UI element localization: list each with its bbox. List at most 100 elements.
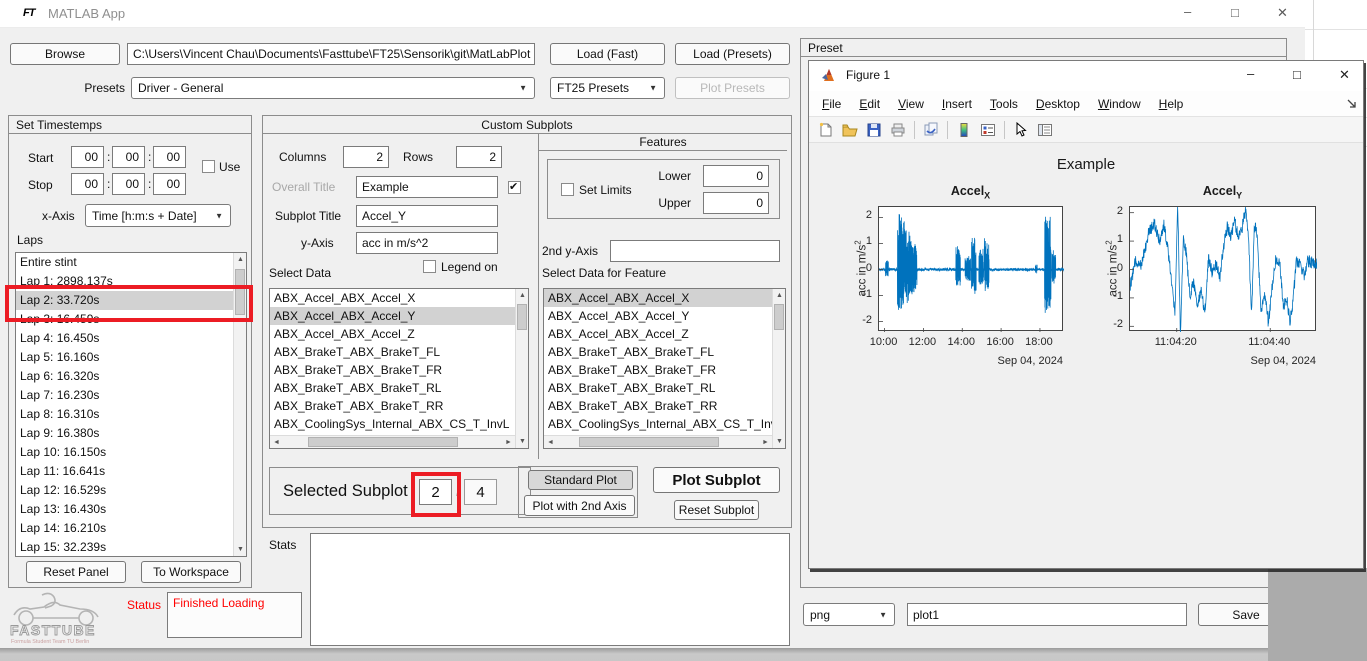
figure-close-button[interactable]: ✕	[1339, 67, 1350, 83]
scroll-right-icon[interactable]: ►	[502, 436, 515, 449]
list-item[interactable]: ABX_BrakeT_ABX_BrakeT_RR	[544, 397, 785, 415]
figure-titlebar[interactable]: Figure 1 – □ ✕	[809, 61, 1363, 91]
feature-data-listbox[interactable]: ABX_Accel_ABX_Accel_XABX_Accel_ABX_Accel…	[543, 288, 786, 449]
set-limits-checkbox[interactable]	[561, 183, 574, 196]
filename-field[interactable]: plot1	[907, 603, 1187, 626]
menu-file[interactable]: File	[813, 93, 850, 115]
app-minimize-button[interactable]: –	[1184, 4, 1191, 19]
list-item[interactable]: Lap 5: 16.160s	[16, 348, 246, 367]
scroll-down-icon[interactable]: ▼	[773, 435, 786, 448]
open-folder-icon[interactable]	[841, 121, 859, 139]
presets-dropdown[interactable]: Driver - General ▼	[131, 77, 535, 99]
data-list-vscroll[interactable]: ▲ ▼	[515, 289, 528, 448]
standard-plot-button[interactable]: Standard Plot	[528, 470, 633, 490]
menu-insert[interactable]: Insert	[933, 93, 981, 115]
scroll-left-icon[interactable]: ◄	[544, 436, 557, 449]
property-inspector-icon[interactable]	[1036, 121, 1054, 139]
plot-subplot-button[interactable]: Plot Subplot	[653, 467, 780, 493]
list-item[interactable]: ABX_BrakeT_ABX_BrakeT_RR	[270, 397, 528, 415]
menu-desktop[interactable]: Desktop	[1027, 93, 1089, 115]
list-item[interactable]: Lap 7: 16.230s	[16, 386, 246, 405]
link-plots-icon[interactable]	[922, 121, 940, 139]
columns-field[interactable]: 2	[343, 146, 389, 168]
menu-tools[interactable]: Tools	[981, 93, 1027, 115]
new-file-icon[interactable]	[817, 121, 835, 139]
list-item[interactable]: Lap 15: 32.239s	[16, 538, 246, 557]
list-item[interactable]: ABX_CoolingSys_Internal_ABX_CS_T_InvL	[544, 415, 785, 433]
colorbar-icon[interactable]	[955, 121, 973, 139]
print-icon[interactable]	[889, 121, 907, 139]
scroll-up-icon[interactable]: ▲	[516, 289, 529, 302]
plot-presets-button[interactable]: Plot Presets	[675, 77, 790, 99]
stats-textarea[interactable]	[310, 533, 790, 646]
rows-field[interactable]: 2	[456, 146, 502, 168]
list-item[interactable]: ABX_CoolingSys_Internal_ABX_CS_T_InvL	[270, 415, 528, 433]
ft25-presets-dropdown[interactable]: FT25 Presets ▼	[550, 77, 665, 99]
select-data-listbox[interactable]: ABX_Accel_ABX_Accel_XABX_Accel_ABX_Accel…	[269, 288, 529, 449]
feature-list-hscroll[interactable]: ◄ ►	[544, 435, 772, 448]
list-item[interactable]: ABX_Accel_ABX_Accel_Y	[270, 307, 528, 325]
scroll-right-icon[interactable]: ►	[759, 436, 772, 449]
insert-legend-icon[interactable]	[979, 121, 997, 139]
menu-window[interactable]: Window	[1089, 93, 1150, 115]
list-item[interactable]: ABX_Accel_ABX_Accel_X	[544, 289, 785, 307]
scroll-up-icon[interactable]: ▲	[773, 289, 786, 302]
path-field[interactable]: C:\Users\Vincent Chau\Documents\Fasttube…	[127, 43, 535, 65]
app-close-button[interactable]: ✕	[1277, 5, 1288, 21]
list-item[interactable]: Lap 8: 16.310s	[16, 405, 246, 424]
list-item[interactable]: ABX_BrakeT_ABX_BrakeT_FL	[270, 343, 528, 361]
list-item[interactable]: Lap 11: 16.641s	[16, 462, 246, 481]
list-item[interactable]: ABX_BrakeT_ABX_BrakeT_RL	[270, 379, 528, 397]
save-icon[interactable]	[865, 121, 883, 139]
stop-ss-field[interactable]: 00	[153, 173, 186, 195]
list-item[interactable]: ABX_Accel_ABX_Accel_X	[270, 289, 528, 307]
pointer-icon[interactable]	[1012, 121, 1030, 139]
start-mm-field[interactable]: 00	[112, 146, 145, 168]
overall-title-field[interactable]: Example	[356, 176, 498, 198]
list-item[interactable]: Lap 14: 16.210s	[16, 519, 246, 538]
list-item[interactable]: Lap 6: 16.320s	[16, 367, 246, 386]
image-format-dropdown[interactable]: png ▼	[803, 603, 895, 626]
reset-panel-button[interactable]: Reset Panel	[26, 561, 126, 583]
overall-title-checkbox[interactable]	[508, 181, 521, 194]
scroll-down-icon[interactable]: ▼	[516, 435, 529, 448]
data-list-hscroll[interactable]: ◄ ►	[270, 435, 515, 448]
list-item[interactable]: Lap 9: 16.380s	[16, 424, 246, 443]
dock-arrow-icon[interactable]	[1347, 99, 1357, 109]
scroll-up-icon[interactable]: ▲	[234, 253, 247, 266]
plot-axes[interactable]	[1129, 206, 1316, 331]
list-item[interactable]: ABX_Accel_ABX_Accel_Z	[270, 325, 528, 343]
scroll-left-icon[interactable]: ◄	[270, 436, 283, 449]
figure-maximize-button[interactable]: □	[1293, 67, 1301, 82]
to-workspace-button[interactable]: To Workspace	[141, 561, 241, 583]
menu-help[interactable]: Help	[1150, 93, 1193, 115]
second-y-axis-field[interactable]	[610, 240, 780, 262]
load-presets-button[interactable]: Load (Presets)	[675, 43, 790, 65]
stop-hh-field[interactable]: 00	[71, 173, 104, 195]
list-item[interactable]: ABX_Accel_ABX_Accel_Y	[544, 307, 785, 325]
list-item[interactable]: ABX_Accel_ABX_Accel_Z	[544, 325, 785, 343]
browse-button[interactable]: Browse	[10, 43, 120, 65]
x-axis-dropdown[interactable]: Time [h:m:s + Date] ▼	[85, 204, 231, 227]
figure-minimize-button[interactable]: –	[1247, 66, 1254, 81]
start-hh-field[interactable]: 00	[71, 146, 104, 168]
list-item[interactable]: Lap 12: 16.529s	[16, 481, 246, 500]
stop-mm-field[interactable]: 00	[112, 173, 145, 195]
plot-with-2nd-axis-button[interactable]: Plot with 2nd Axis	[524, 495, 635, 516]
menu-edit[interactable]: Edit	[850, 93, 889, 115]
list-item[interactable]: ABX_BrakeT_ABX_BrakeT_RL	[544, 379, 785, 397]
list-item[interactable]: Entire stint	[16, 253, 246, 272]
lower-field[interactable]: 0	[703, 165, 769, 187]
use-checkbox[interactable]	[202, 160, 215, 173]
y-axis-field[interactable]: acc in m/s^2	[356, 232, 498, 254]
scroll-down-icon[interactable]: ▼	[234, 543, 247, 556]
list-item[interactable]: Lap 13: 16.430s	[16, 500, 246, 519]
upper-field[interactable]: 0	[703, 192, 769, 214]
list-item[interactable]: ABX_BrakeT_ABX_BrakeT_FR	[544, 361, 785, 379]
subplot-title-field[interactable]: Accel_Y	[356, 205, 498, 227]
list-item[interactable]: ABX_BrakeT_ABX_BrakeT_FR	[270, 361, 528, 379]
feature-list-vscroll[interactable]: ▲ ▼	[772, 289, 785, 448]
load-fast-button[interactable]: Load (Fast)	[550, 43, 665, 65]
start-ss-field[interactable]: 00	[153, 146, 186, 168]
legend-on-checkbox[interactable]	[423, 260, 436, 273]
